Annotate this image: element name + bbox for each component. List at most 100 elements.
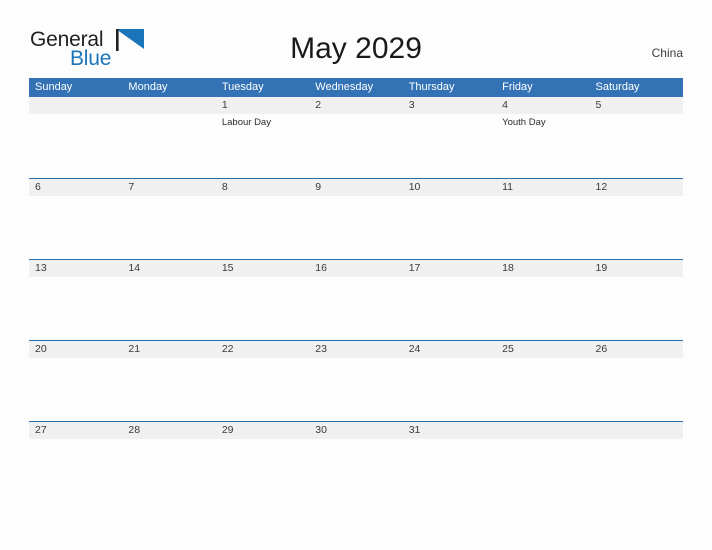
week-event-band: Labour Day Youth Day (29, 114, 683, 176)
day-cell[interactable] (29, 114, 122, 176)
calendar-week-row: 27 28 29 30 31 (29, 421, 683, 502)
day-cell[interactable] (216, 196, 309, 258)
day-number[interactable]: 23 (309, 341, 402, 358)
country-label: China (651, 46, 683, 60)
calendar-page: General Blue May 2029 China Sunday Monda… (0, 0, 712, 550)
day-cell[interactable] (590, 114, 683, 176)
day-cell[interactable] (216, 277, 309, 339)
day-number[interactable]: 8 (216, 179, 309, 196)
page-header: General Blue May 2029 China (0, 0, 712, 76)
day-cell[interactable] (496, 277, 589, 339)
day-number[interactable]: 17 (403, 260, 496, 277)
day-number[interactable]: 26 (590, 341, 683, 358)
day-cell[interactable] (216, 358, 309, 420)
weekday-header-monday: Monday (128, 81, 168, 93)
day-number[interactable]: 19 (590, 260, 683, 277)
day-number[interactable]: 16 (309, 260, 402, 277)
weekday-header-saturday: Saturday (595, 81, 640, 93)
day-cell[interactable] (122, 196, 215, 258)
week-date-band: 13 14 15 16 17 18 19 (29, 260, 683, 277)
week-event-band (29, 277, 683, 339)
day-number[interactable]: 27 (29, 422, 122, 439)
day-cell[interactable] (29, 277, 122, 339)
day-cell[interactable] (496, 439, 589, 501)
week-date-band: 27 28 29 30 31 (29, 422, 683, 439)
day-number[interactable] (122, 97, 215, 114)
day-number[interactable]: 10 (403, 179, 496, 196)
day-cell[interactable] (122, 358, 215, 420)
day-cell[interactable] (590, 196, 683, 258)
day-cell[interactable] (496, 358, 589, 420)
day-cell[interactable] (29, 358, 122, 420)
day-cell[interactable] (403, 114, 496, 176)
day-number[interactable]: 14 (122, 260, 215, 277)
day-number[interactable] (496, 422, 589, 439)
day-number[interactable]: 18 (496, 260, 589, 277)
calendar-grid: Sunday Monday Tuesday Wednesday Thursday… (29, 78, 683, 502)
weekday-header-friday: Friday (502, 81, 533, 93)
day-cell[interactable] (309, 358, 402, 420)
day-number[interactable]: 4 (496, 97, 589, 114)
day-number[interactable]: 31 (403, 422, 496, 439)
week-event-band (29, 439, 683, 501)
day-number[interactable]: 15 (216, 260, 309, 277)
day-number[interactable]: 5 (590, 97, 683, 114)
day-cell[interactable] (122, 114, 215, 176)
day-number[interactable]: 3 (403, 97, 496, 114)
calendar-week-row: 6 7 8 9 10 11 12 (29, 178, 683, 259)
day-number[interactable] (29, 97, 122, 114)
calendar-week-row: 20 21 22 23 24 25 26 (29, 340, 683, 421)
day-number[interactable]: 25 (496, 341, 589, 358)
weekday-header-tuesday: Tuesday (221, 81, 264, 93)
event-label: Youth Day (502, 117, 546, 128)
day-cell[interactable] (403, 277, 496, 339)
day-number[interactable]: 1 (216, 97, 309, 114)
day-number[interactable] (590, 422, 683, 439)
day-cell[interactable] (496, 196, 589, 258)
day-number[interactable]: 6 (29, 179, 122, 196)
day-number[interactable]: 9 (309, 179, 402, 196)
day-number[interactable]: 29 (216, 422, 309, 439)
day-cell[interactable] (309, 196, 402, 258)
day-cell[interactable] (590, 277, 683, 339)
weekday-header-wednesday: Wednesday (315, 81, 374, 93)
day-number[interactable]: 11 (496, 179, 589, 196)
day-cell[interactable] (403, 358, 496, 420)
day-cell[interactable] (309, 114, 402, 176)
day-cell[interactable]: Labour Day (216, 114, 309, 176)
day-cell[interactable] (122, 277, 215, 339)
day-number[interactable]: 2 (309, 97, 402, 114)
event-label: Labour Day (221, 117, 271, 128)
week-event-band (29, 196, 683, 258)
day-number[interactable]: 28 (122, 422, 215, 439)
day-cell[interactable] (29, 439, 122, 501)
week-date-band: 6 7 8 9 10 11 12 (29, 179, 683, 196)
week-event-band (29, 358, 683, 420)
week-date-band: 20 21 22 23 24 25 26 (29, 341, 683, 358)
day-cell[interactable] (590, 358, 683, 420)
weekday-header-row: Sunday Monday Tuesday Wednesday Thursday… (29, 78, 683, 97)
day-cell[interactable] (216, 439, 309, 501)
day-cell[interactable]: Youth Day (496, 114, 589, 176)
calendar-week-row: 1 2 3 4 5 Labour Day Youth Day (29, 97, 683, 178)
day-cell[interactable] (309, 439, 402, 501)
day-number[interactable]: 24 (403, 341, 496, 358)
day-number[interactable]: 12 (590, 179, 683, 196)
day-cell[interactable] (403, 196, 496, 258)
day-number[interactable]: 7 (122, 179, 215, 196)
week-date-band: 1 2 3 4 5 (29, 97, 683, 114)
day-cell[interactable] (122, 439, 215, 501)
page-title: May 2029 (290, 32, 422, 65)
day-cell[interactable] (590, 439, 683, 501)
day-number[interactable]: 22 (216, 341, 309, 358)
day-number[interactable]: 30 (309, 422, 402, 439)
day-cell[interactable] (403, 439, 496, 501)
weekday-header-sunday: Sunday (35, 81, 73, 93)
calendar-week-row: 13 14 15 16 17 18 19 (29, 259, 683, 340)
day-cell[interactable] (29, 196, 122, 258)
day-number[interactable]: 21 (122, 341, 215, 358)
day-number[interactable]: 20 (29, 341, 122, 358)
day-number[interactable]: 13 (29, 260, 122, 277)
weekday-header-thursday: Thursday (408, 81, 455, 93)
day-cell[interactable] (309, 277, 402, 339)
